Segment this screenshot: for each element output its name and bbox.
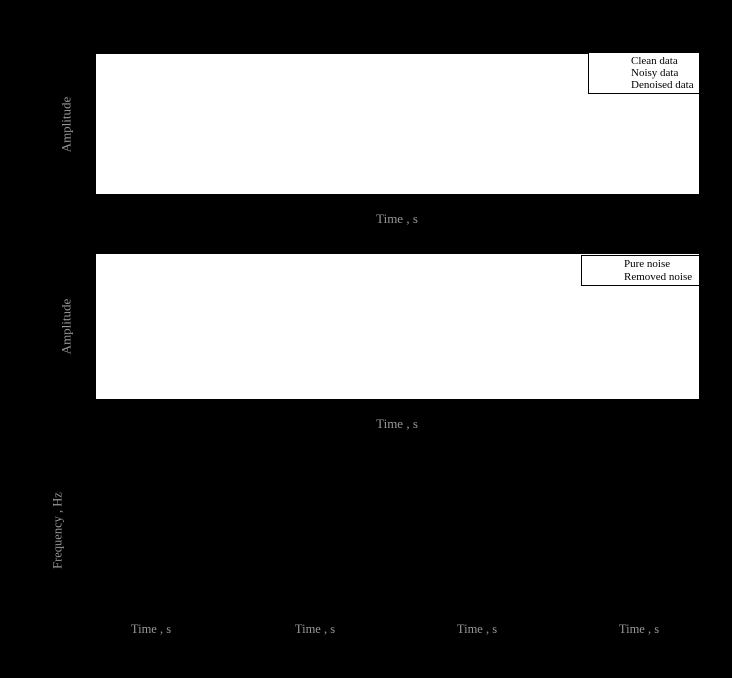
legend-label: Clean data: [631, 55, 678, 67]
legend-row: Clean data: [597, 55, 699, 67]
noise-xlabel: Time , s: [347, 416, 447, 432]
legend-label: Pure noise: [624, 258, 670, 270]
noisy-data-line-sample: [597, 72, 627, 74]
clean-data-line-sample: [597, 60, 627, 62]
removed-noise-spectrogram: [0, 0, 57, 73]
legend-row: Pure noise: [590, 258, 699, 271]
spec-xlabel-0: Time , s: [111, 622, 191, 637]
legend-label: Noisy data: [631, 67, 678, 79]
figure-canvas: Amplitude Time , s Clean data Noisy data…: [0, 0, 732, 678]
signal-xlabel: Time , s: [347, 211, 447, 227]
signal-legend: Clean data Noisy data Denoised data: [588, 52, 700, 94]
pure-noise-line-sample: [590, 263, 620, 265]
denoised-data-line-sample: [597, 84, 627, 86]
spec-xlabel-2: Time , s: [437, 622, 517, 637]
noise-legend: Pure noise Removed noise: [581, 255, 700, 286]
noise-ylabel: Amplitude: [59, 267, 74, 387]
signal-ylabel: Amplitude: [59, 65, 74, 185]
spec-xlabel-3: Time , s: [599, 622, 679, 637]
legend-row: Removed noise: [590, 271, 699, 284]
frequency-ylabel: Frequency , Hz: [51, 461, 66, 601]
removed-noise-line-sample: [590, 276, 620, 278]
legend-label: Denoised data: [631, 79, 694, 91]
legend-row: Noisy data: [597, 67, 699, 79]
legend-row: Denoised data: [597, 79, 699, 91]
legend-label: Removed noise: [624, 271, 692, 283]
spec-xlabel-1: Time , s: [275, 622, 355, 637]
